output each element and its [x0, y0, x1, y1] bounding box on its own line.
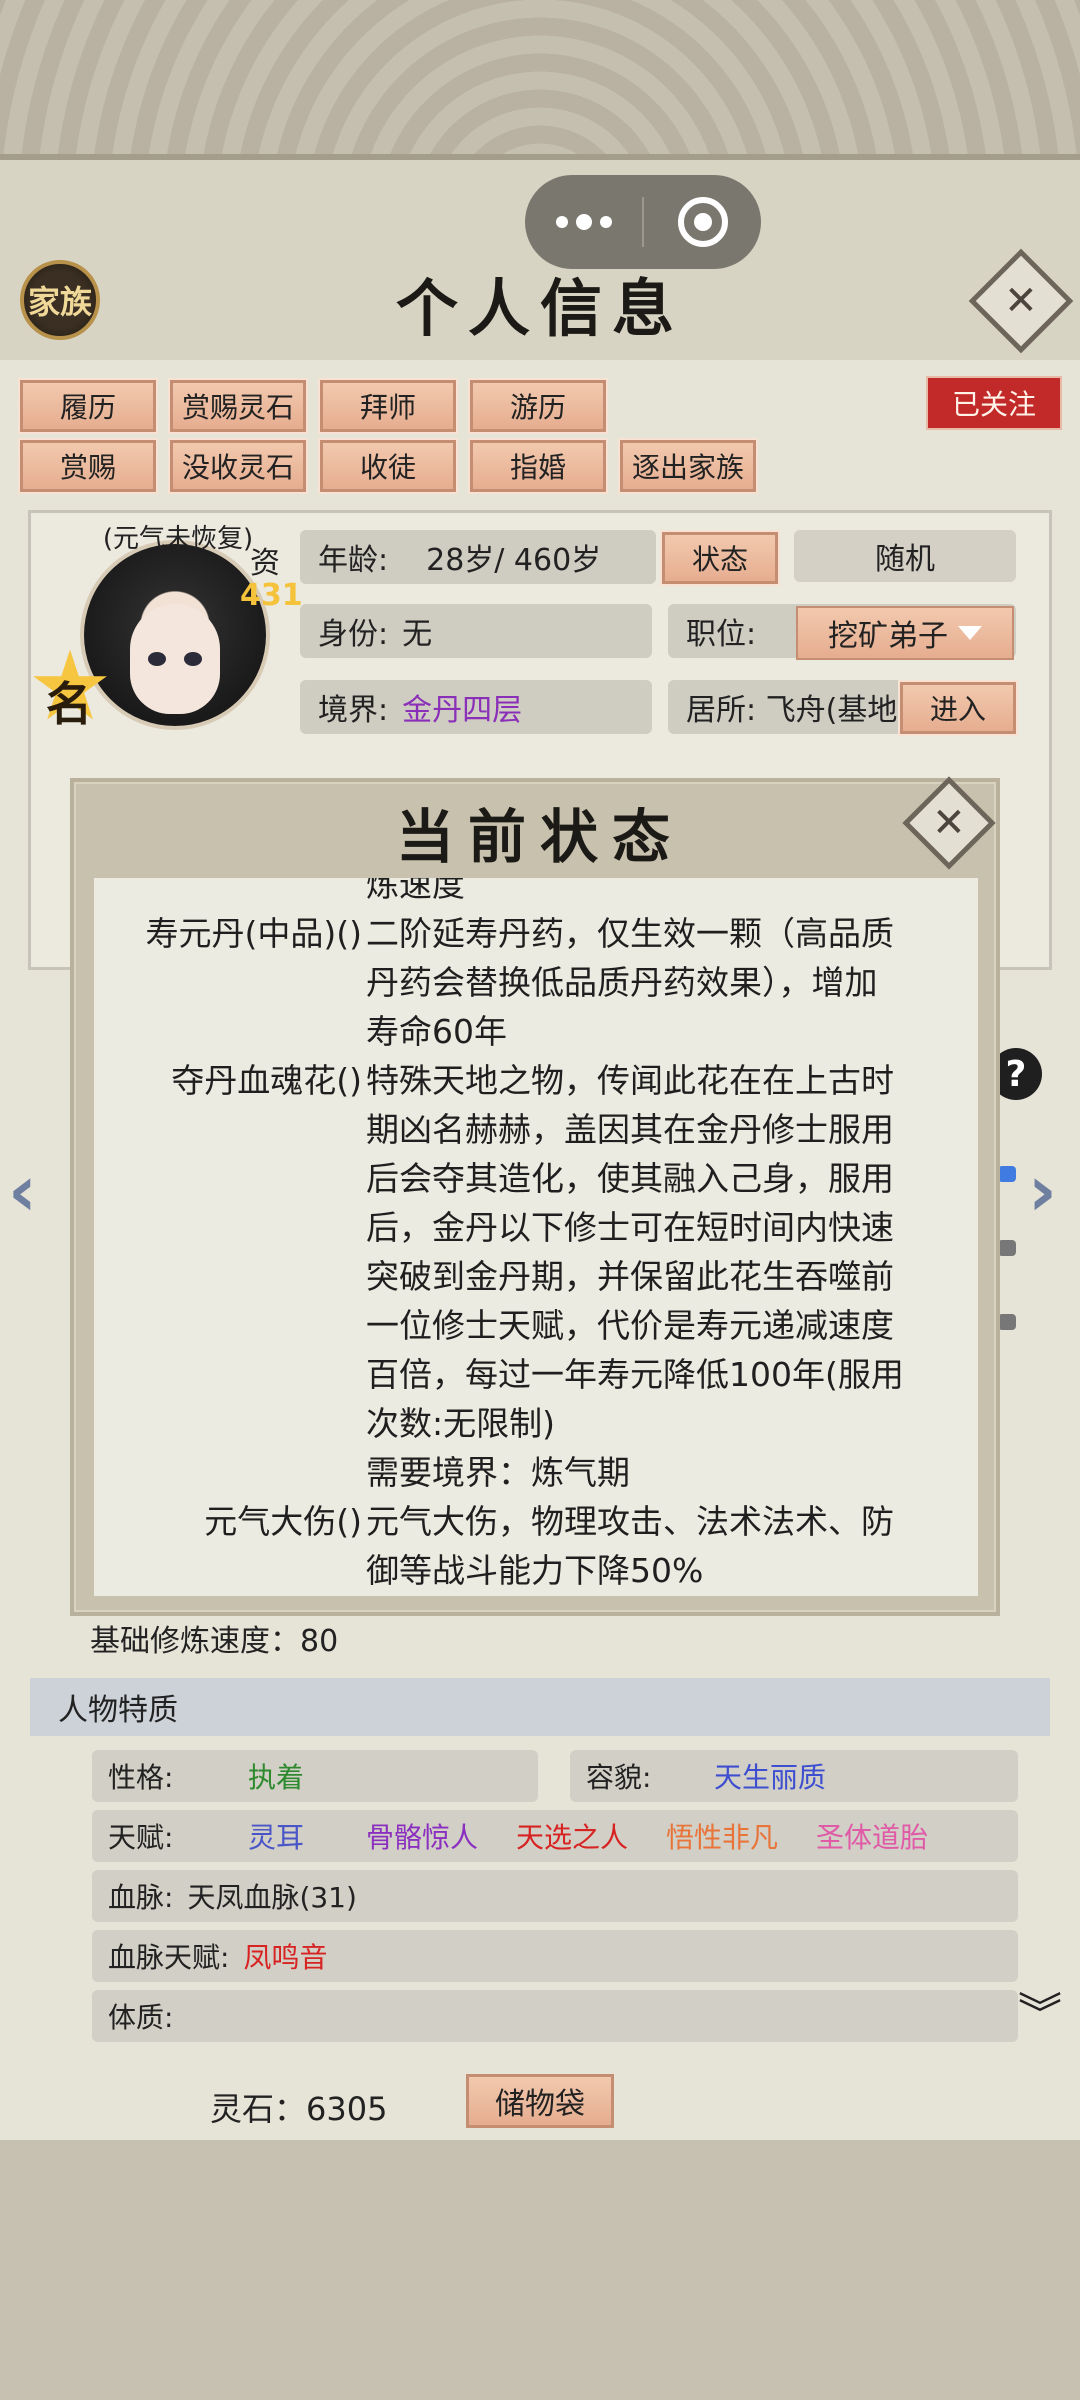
- status-item-name: 寿元丹(中品)(): [145, 914, 363, 953]
- status-item-name: 元气大伤(): [204, 1502, 362, 1541]
- status-item[interactable]: 寿元丹(中品)() 二阶延寿丹药，仅生效一颗（高品质 丹药会替换低品质丹药效果），增…: [94, 909, 978, 1056]
- storage-bag-button[interactable]: 储物袋: [466, 2074, 614, 2128]
- status-item-desc: 元气大伤，物理攻击、法术法术、防 御等战斗能力下降50%: [366, 1502, 894, 1590]
- history-button[interactable]: 履历: [18, 378, 158, 434]
- star-badge-icon: ★ 名: [26, 630, 114, 742]
- family-button[interactable]: 家族: [20, 260, 100, 340]
- page-title: 个人信息: [395, 272, 684, 345]
- dropdown-icon: [958, 626, 982, 640]
- personality-row: 性格: 执着: [92, 1750, 538, 1802]
- physique-row: 体质:: [92, 1990, 1018, 2042]
- reward-button[interactable]: 赏赐: [18, 438, 158, 494]
- status-item[interactable]: 元气大伤() 元气大伤，物理攻击、法术法术、防 御等战斗能力下降50%: [94, 1497, 978, 1595]
- base-cultivation-speed: 基础修炼速度：80: [90, 1624, 339, 1659]
- gift-tag: 天选之人: [516, 1821, 629, 1854]
- bloodline-gift-row: 血脉天赋: 凤鸣音: [92, 1930, 1018, 1982]
- prev-arrow-icon[interactable]: ‹: [8, 1150, 37, 1232]
- miniprogram-capsule: [525, 175, 761, 269]
- status-item-desc: 二阶延寿丹药，仅生效一颗（高品质 丹药会替换低品质丹药效果），增加 寿命60年: [366, 914, 894, 1051]
- exit-miniprogram-icon[interactable]: [644, 175, 761, 269]
- talent-label: 资: [250, 546, 280, 581]
- gift-tag: 灵耳: [248, 1821, 305, 1854]
- indicator-dot: [998, 1240, 1016, 1256]
- random-button[interactable]: 随机: [794, 530, 1016, 582]
- talent-value: 431: [240, 578, 303, 613]
- enter-button[interactable]: 进入: [898, 680, 1018, 736]
- reward-stone-button[interactable]: 赏赐灵石: [168, 378, 308, 434]
- gifts-row: 天赋: 灵耳 骨骼惊人 天选之人 悟性非凡 圣体道胎: [92, 1810, 1018, 1862]
- bottom-area: [0, 2140, 1080, 2400]
- bloodline-row: 血脉: 天凤血脉(31): [92, 1870, 1018, 1922]
- indicator-dot: [998, 1314, 1016, 1330]
- followed-button[interactable]: 已关注: [926, 376, 1062, 430]
- modal-title: 当前状态: [395, 803, 684, 871]
- avatar-note: (元气未恢复): [102, 524, 254, 554]
- next-arrow-icon[interactable]: ›: [1028, 1150, 1057, 1232]
- header-decoration: [0, 0, 1080, 160]
- gift-tag: 悟性非凡: [666, 1821, 779, 1854]
- identity-field: 身份: 无: [300, 604, 652, 658]
- close-icon: ✕: [1004, 277, 1038, 324]
- looks-row: 容貌: 天生丽质: [570, 1750, 1018, 1802]
- traits-header: 人物特质: [30, 1678, 1050, 1736]
- confiscate-stone-button[interactable]: 没收灵石: [168, 438, 308, 494]
- status-item-desc: 特殊天地之物，传闻此花在在上古时 期凶名赫赫，盖因其在金丹修士服用 后会夺其造化，使…: [366, 1061, 904, 1492]
- take-disciple-button[interactable]: 收徒: [318, 438, 458, 494]
- arrange-marriage-button[interactable]: 指婚: [468, 438, 608, 494]
- travel-button[interactable]: 游历: [468, 378, 608, 434]
- status-item[interactable]: 夺丹血魂花() 特殊天地之物，传闻此花在在上古时 期凶名赫赫，盖因其在金丹修士服用后…: [94, 1056, 978, 1497]
- status-item-name: 夺丹血魂花(): [171, 1061, 362, 1100]
- expel-button[interactable]: 逐出家族: [618, 438, 758, 494]
- more-icon[interactable]: [525, 175, 642, 269]
- spirit-stone-count: 灵石：6305: [210, 2090, 388, 2128]
- realm-field: 境界: 金丹四层: [300, 680, 652, 734]
- age-field: 年龄: 28岁/ 460岁: [300, 530, 656, 584]
- close-icon: ✕: [932, 799, 966, 846]
- status-button[interactable]: 状态: [660, 530, 780, 586]
- gift-tag: 圣体道胎: [816, 1821, 929, 1854]
- chevron-down-icon[interactable]: ︾: [1010, 1978, 1070, 2040]
- status-list[interactable]: 炼速度 寿元丹(中品)() 二阶延寿丹药，仅生效一颗（高品质 丹药会替换低品质丹药效…: [94, 878, 978, 1596]
- apprentice-button[interactable]: 拜师: [318, 378, 458, 434]
- gift-tag: 骨骼惊人: [366, 1821, 479, 1854]
- gift-list: 灵耳 骨骼惊人 天选之人 悟性非凡 圣体道胎: [248, 1816, 966, 1856]
- indicator-dot: [998, 1166, 1016, 1182]
- position-select[interactable]: 挖矿弟子: [796, 606, 1014, 660]
